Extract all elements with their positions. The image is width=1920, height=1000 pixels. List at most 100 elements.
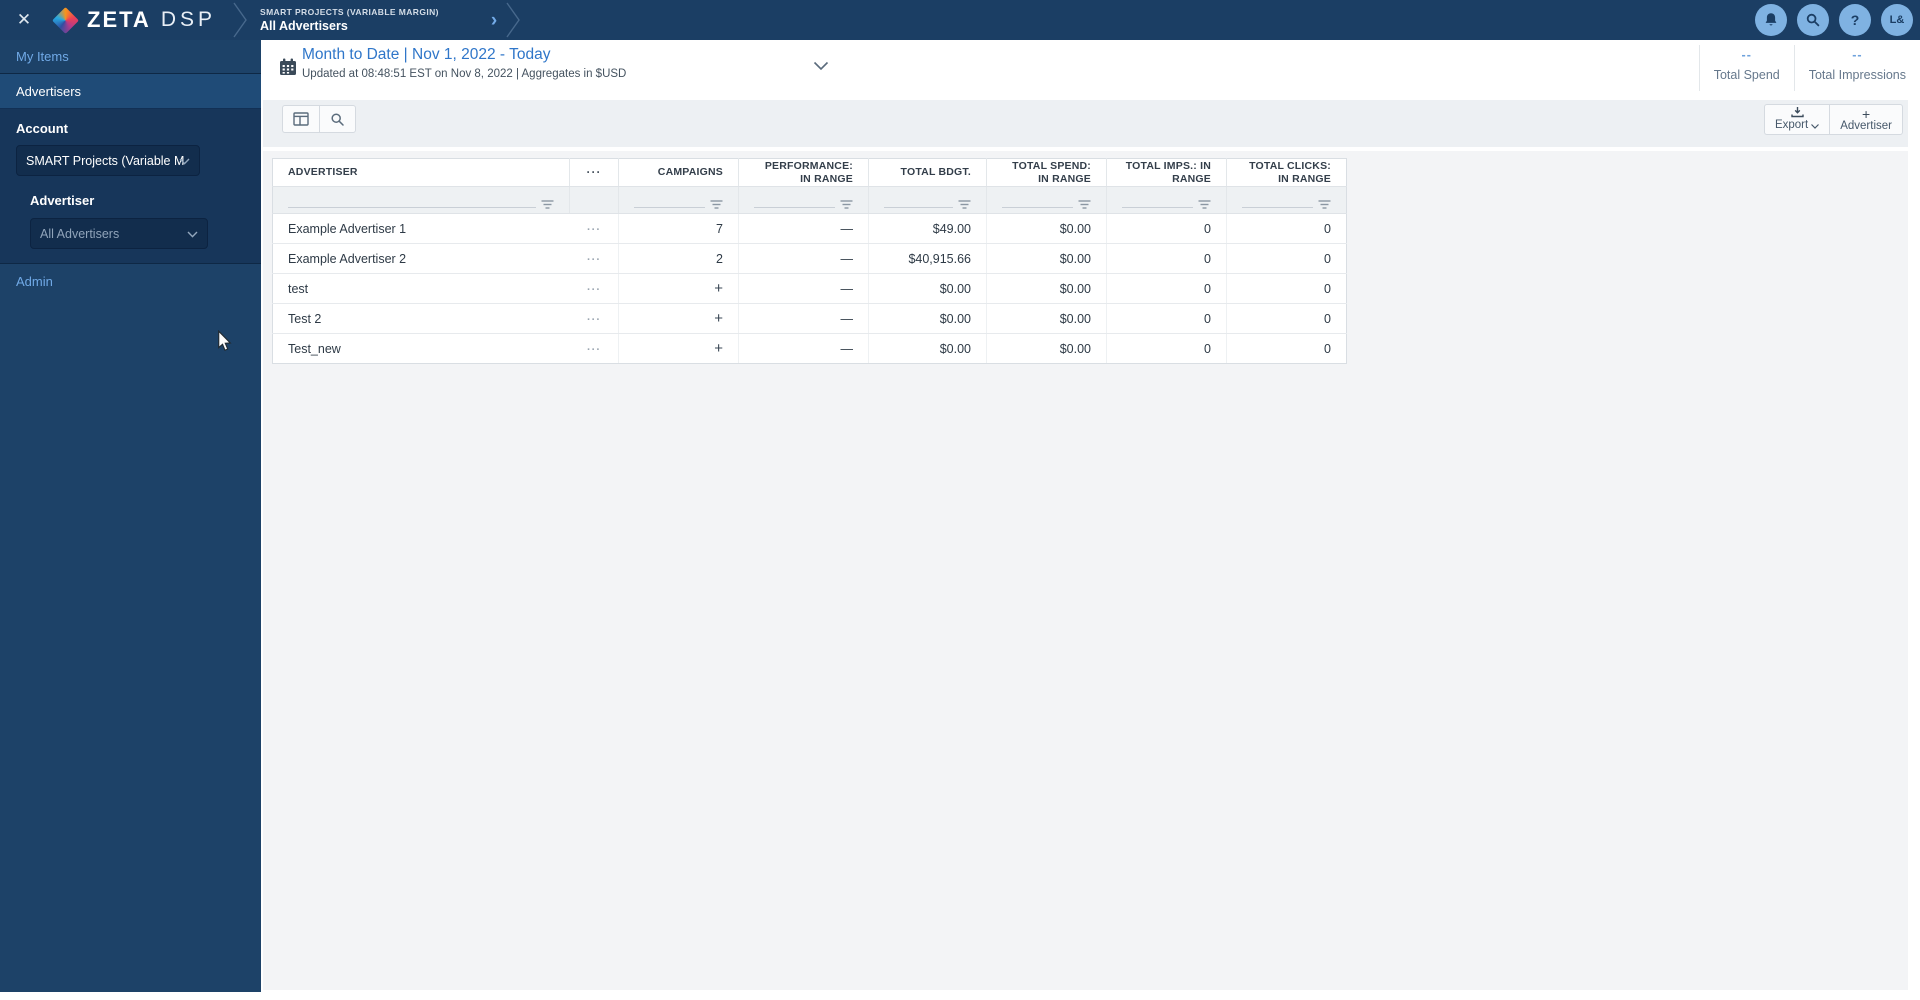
col-header-campaigns[interactable]: CAMPAIGNS (618, 158, 739, 187)
ellipsis-icon[interactable]: ··· (587, 165, 602, 179)
advertisers-label: Advertisers (16, 83, 82, 99)
performance-value: — (840, 341, 854, 356)
date-range-expander[interactable] (813, 58, 829, 76)
total_spend-value: $0.00 (1059, 221, 1091, 236)
summary-stats: -- Total Spend -- Total Impressions (1698, 45, 1920, 91)
performance-value: — (840, 221, 854, 236)
filter-underline[interactable] (1002, 207, 1073, 208)
sidebar-item-admin[interactable]: Admin (0, 264, 261, 298)
global-search-button[interactable] (1797, 4, 1829, 36)
filter-input-advertiser[interactable] (288, 187, 554, 213)
filter-underline[interactable] (754, 207, 835, 208)
cell-total_spend: $0.00 (986, 273, 1107, 304)
filter-icon[interactable] (958, 199, 971, 210)
filter-campaigns[interactable] (618, 186, 739, 214)
filter-underline[interactable] (288, 207, 536, 208)
filter-input-total_bdgt[interactable] (884, 187, 971, 213)
row-menu-button[interactable]: ··· (587, 344, 601, 356)
filter-total_clicks[interactable] (1226, 186, 1347, 214)
total_bdgt-value: $40,915.66 (908, 251, 971, 266)
cell-total_bdgt: $0.00 (868, 333, 987, 364)
add-advertiser-button[interactable]: + Advertiser (1829, 104, 1903, 135)
cell-menu: ··· (569, 303, 619, 334)
filter-performance[interactable] (738, 186, 869, 214)
grid-panel: ADVERTISER ··· CAMPAIGNS PERFORMANCE: IN RA… (263, 151, 1908, 990)
row-menu-button[interactable]: ··· (587, 254, 601, 266)
filter-input-total_clicks[interactable] (1242, 187, 1331, 213)
row-menu-button[interactable]: ··· (587, 314, 601, 326)
add-campaign-button[interactable]: + (714, 310, 723, 327)
account-label: Account (16, 121, 68, 136)
advertiser-value[interactable]: Example Advertiser 2 (288, 252, 406, 266)
performance-value: — (840, 251, 854, 266)
cell-total_spend: $0.00 (986, 303, 1107, 334)
help-button[interactable]: ? (1839, 4, 1871, 36)
cell-menu: ··· (569, 333, 619, 364)
col-header-menu[interactable]: ··· (569, 158, 619, 187)
filter-underline[interactable] (634, 207, 705, 208)
table-row: Example Advertiser 1 ··· 7 — $49.00 $0.00 0 0 (272, 213, 1347, 244)
sidebar-item-advertisers[interactable]: Advertisers (0, 73, 261, 108)
cell-total_imps: 0 (1106, 303, 1227, 334)
cell-campaigns: + (618, 273, 739, 304)
cell-total_imps: 0 (1106, 213, 1227, 244)
cell-performance: — (738, 273, 869, 304)
advertiser-value[interactable]: Example Advertiser 1 (288, 222, 406, 236)
filter-icon[interactable] (840, 199, 853, 210)
col-header-advertiser[interactable]: ADVERTISER (272, 158, 570, 187)
row-menu-button[interactable]: ··· (587, 224, 601, 236)
filter-input-campaigns[interactable] (634, 187, 723, 213)
filter-total_bdgt[interactable] (868, 186, 987, 214)
add-campaign-button[interactable]: + (714, 340, 723, 357)
col-header-total_spend[interactable]: TOTAL SPEND: IN RANGE (986, 158, 1107, 187)
filter-icon[interactable] (1318, 199, 1331, 210)
account-select[interactable]: SMART Projects (Variable M (16, 145, 200, 176)
notifications-button[interactable] (1755, 4, 1787, 36)
admin-label: Admin (16, 273, 53, 289)
filter-total_spend[interactable] (986, 186, 1107, 214)
col-header-total_imps[interactable]: TOTAL IMPS.: IN RANGE (1106, 158, 1227, 187)
total_bdgt-value: $0.00 (939, 281, 971, 296)
date-range-title[interactable]: Month to Date | Nov 1, 2022 - Today (302, 46, 626, 64)
filter-input-total_imps[interactable] (1122, 187, 1211, 213)
filter-icon[interactable] (710, 199, 723, 210)
chevron-down-icon (1811, 123, 1820, 129)
table-row: test ··· + — $0.00 $0.00 0 0 (272, 273, 1347, 304)
filter-underline[interactable] (884, 207, 953, 208)
advertiser-value[interactable]: Test_new (288, 342, 341, 356)
total_clicks-value: 0 (1324, 281, 1331, 296)
export-button[interactable]: Export (1763, 104, 1830, 135)
filter-total_imps[interactable] (1106, 186, 1227, 214)
filter-underline[interactable] (1242, 207, 1313, 208)
row-menu-button[interactable]: ··· (587, 284, 601, 296)
filter-underline[interactable] (1122, 207, 1193, 208)
grid-toolbar: Export + Advertiser (263, 100, 1908, 147)
advertiser-value[interactable]: test (288, 282, 308, 296)
columns-button[interactable] (282, 105, 319, 133)
total_bdgt-value: $0.00 (939, 341, 971, 356)
zeta-dsp-logo[interactable]: ZETA DSP (52, 6, 216, 34)
cell-total_clicks: 0 (1226, 303, 1347, 334)
advertiser-value[interactable]: Test 2 (288, 312, 321, 326)
filter-input-performance[interactable] (754, 187, 853, 213)
sidebar-item-my-items[interactable]: My Items (0, 40, 261, 73)
col-header-total_bdgt[interactable]: TOTAL BDGT. (868, 158, 987, 187)
filter-icon[interactable] (541, 199, 554, 210)
total-impressions-label: Total Impressions (1808, 68, 1906, 82)
breadcrumb-next-icon[interactable]: › (491, 11, 497, 30)
filter-icon[interactable] (1198, 199, 1211, 210)
advertiser-select[interactable]: All Advertisers (30, 218, 208, 249)
cell-advertiser: Example Advertiser 1 (272, 213, 570, 244)
col-header-total_clicks[interactable]: TOTAL CLICKS: IN RANGE (1226, 158, 1347, 187)
user-avatar[interactable]: L& (1881, 4, 1913, 36)
cell-total_bdgt: $40,915.66 (868, 243, 987, 274)
grid-search-button[interactable] (319, 105, 356, 133)
filter-advertiser[interactable] (272, 186, 570, 214)
grid-view-tools (282, 105, 356, 133)
filter-icon[interactable] (1078, 199, 1091, 210)
col-header-performance[interactable]: PERFORMANCE: IN RANGE (738, 158, 869, 187)
add-campaign-button[interactable]: + (714, 280, 723, 297)
close-button[interactable]: ✕ (11, 7, 37, 33)
total-impressions-value: -- (1852, 48, 1863, 62)
filter-input-total_spend[interactable] (1002, 187, 1091, 213)
